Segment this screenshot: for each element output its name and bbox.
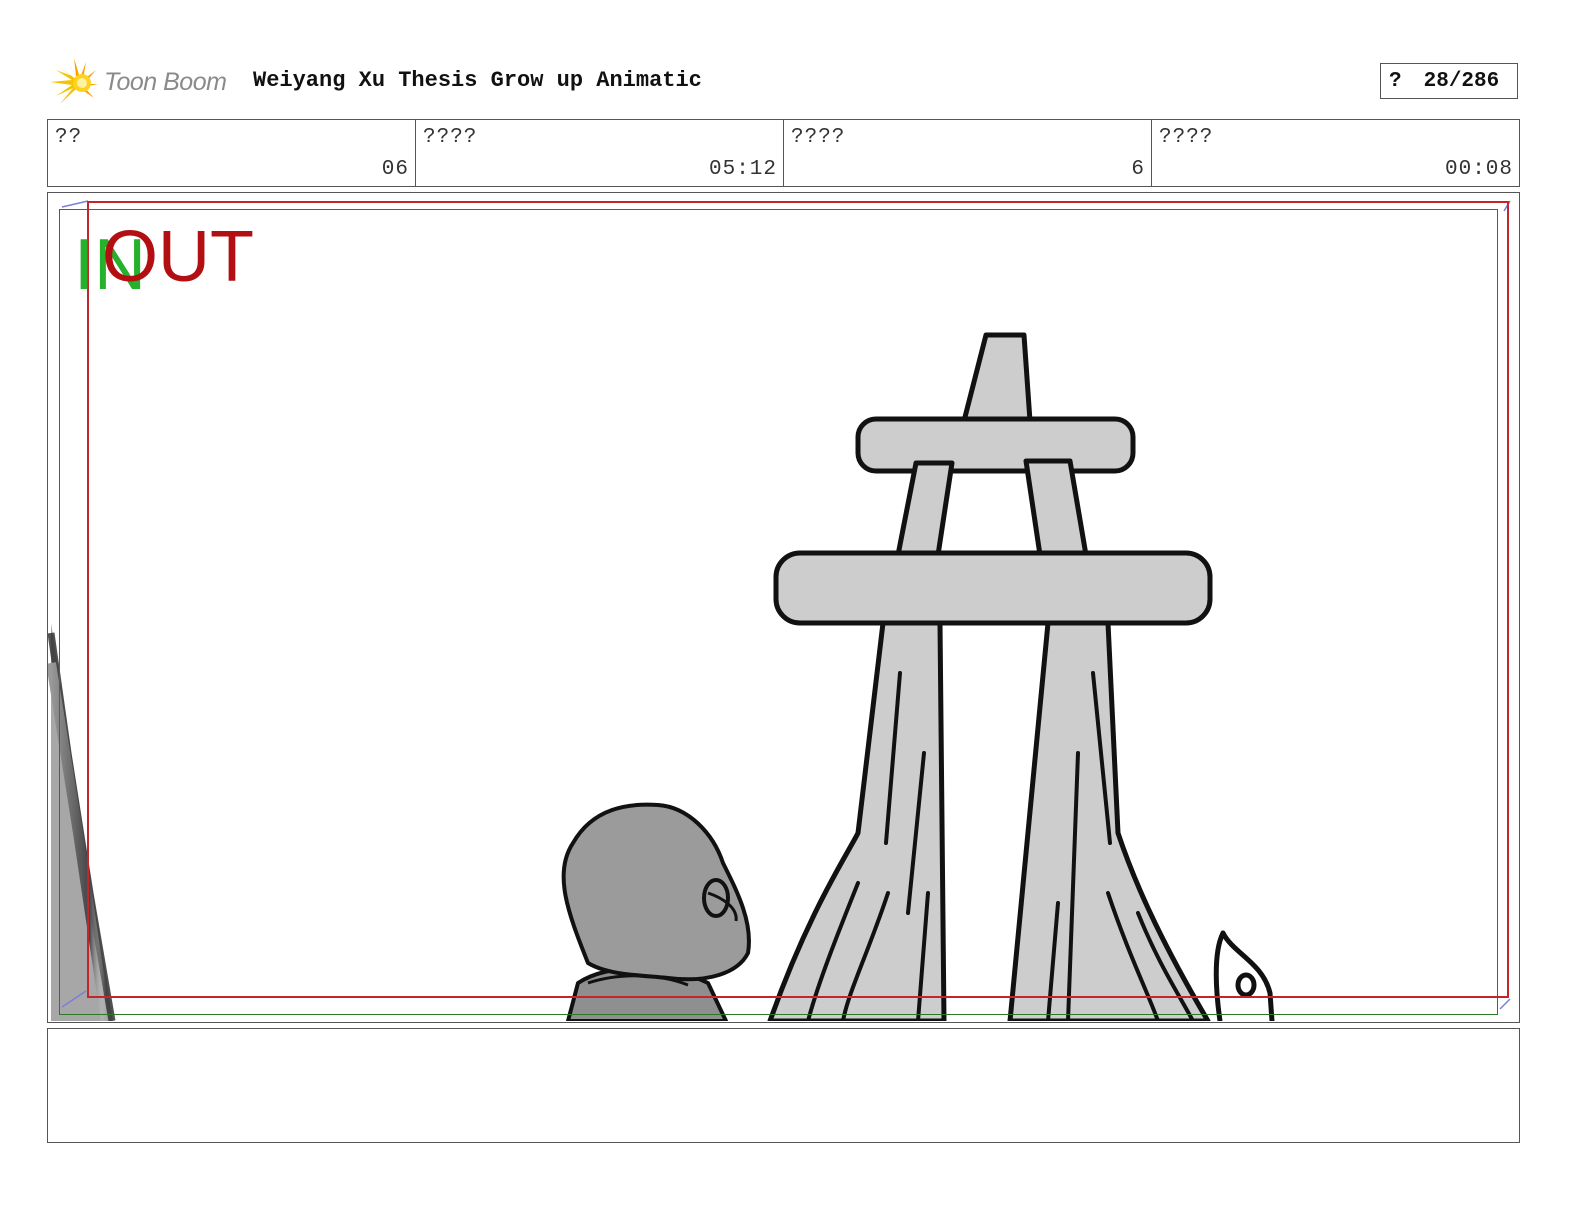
info-cell-duration: ???? 00:08 [1152,120,1519,186]
info-label: ???? [791,126,846,149]
info-cell-panel: ???? 05:12 [416,120,784,186]
page-number: 28/286 [1423,69,1500,93]
info-cell-scene: ?? 06 [48,120,416,186]
info-label: ???? [1159,126,1214,149]
logo-text: Toon Boom [104,67,227,96]
starburst-icon [50,58,98,104]
info-value: 05:12 [708,158,777,181]
info-label: ?? [55,126,83,149]
out-frame-border [87,201,1509,998]
page-counter: ? 28/286 [1380,63,1518,99]
info-value: 6 [1131,158,1145,181]
project-title: Weiyang Xu Thesis Grow up Animatic [253,68,702,93]
storyboard-panel: IN OUT [47,192,1520,1023]
info-strip: ?? 06 ???? 05:12 ???? 6 ???? 00:08 [47,119,1520,187]
info-cell-count: ???? 6 [784,120,1152,186]
info-value: 00:08 [1444,158,1513,181]
page-mark: ? [1389,69,1402,93]
toon-boom-logo: Toon Boom [50,56,240,108]
panel-notes [47,1028,1520,1143]
info-value: 06 [381,158,409,181]
info-label: ???? [423,126,478,149]
out-label: OUT [102,217,254,297]
